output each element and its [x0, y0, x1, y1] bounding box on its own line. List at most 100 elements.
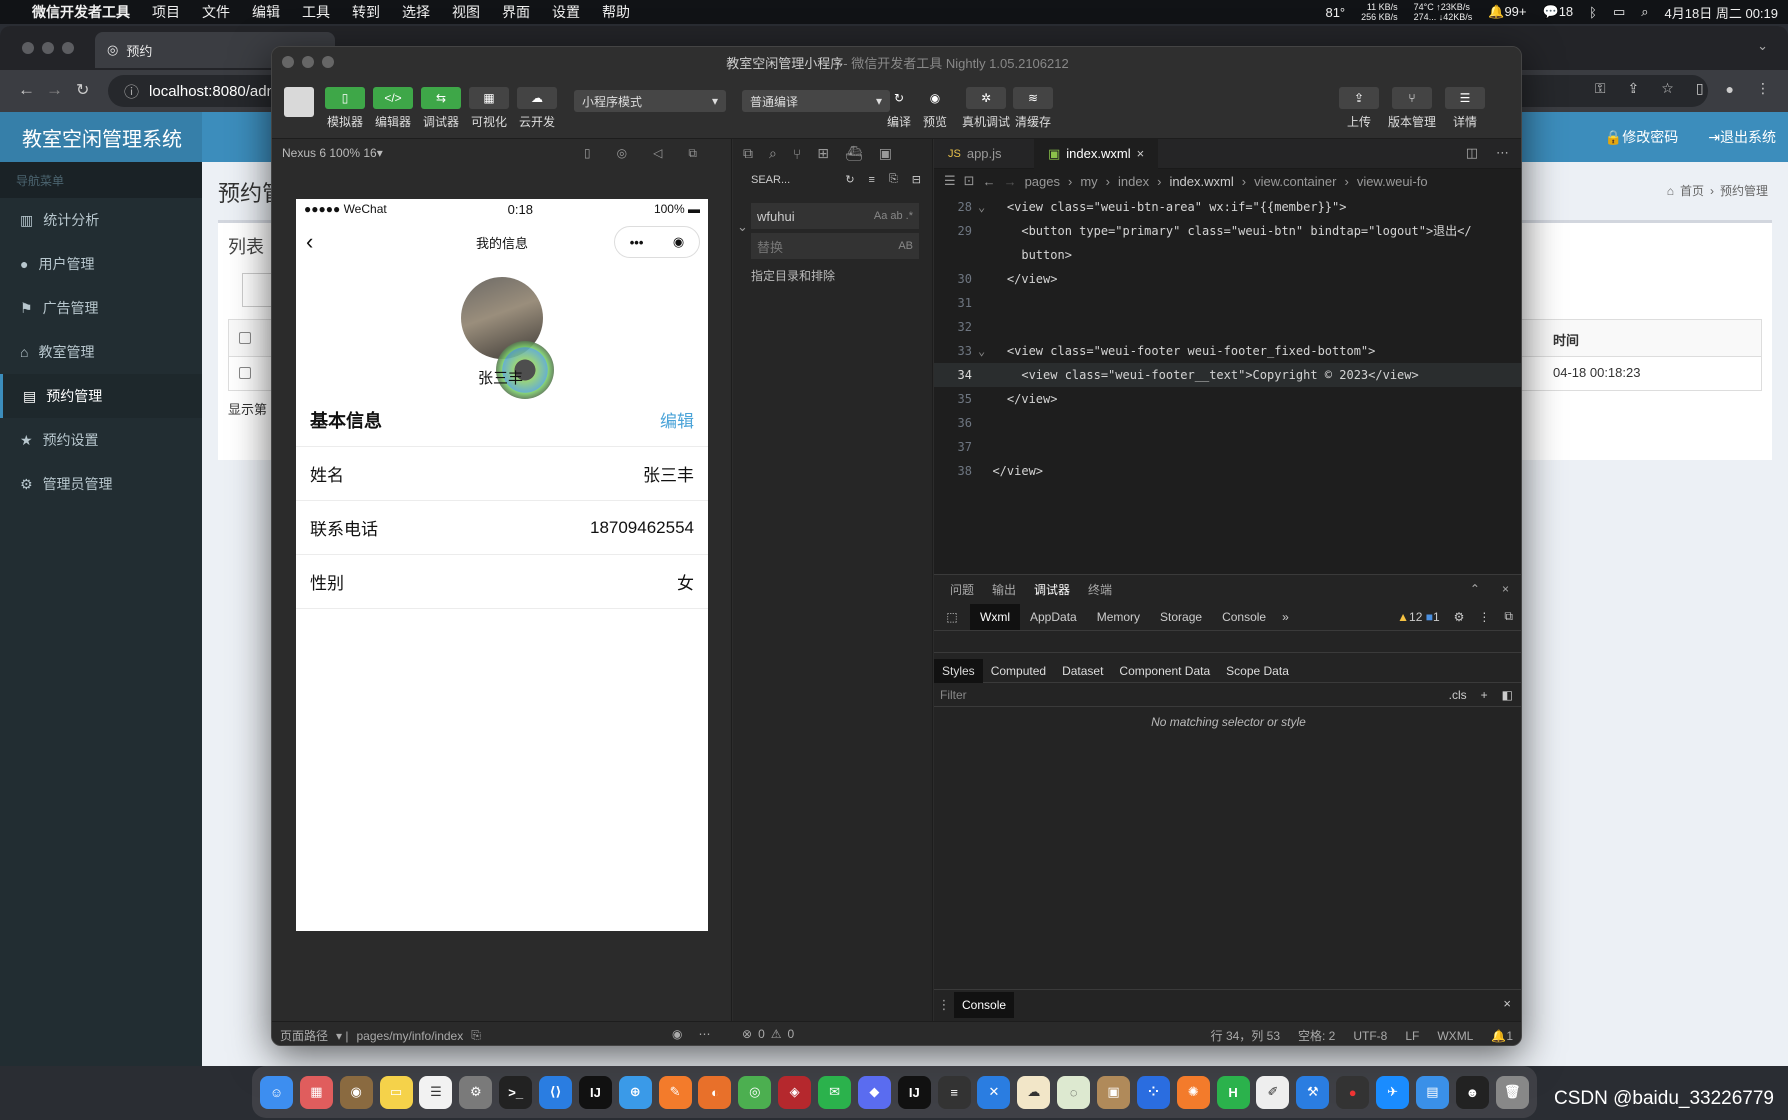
menu-interface[interactable]: 界面 [502, 2, 530, 22]
safari-icon[interactable]: ⊕ [618, 1075, 652, 1109]
chrome-icon[interactable]: ◎ [738, 1075, 772, 1109]
menu-settings[interactable]: 设置 [552, 2, 580, 22]
pen-icon[interactable]: ✎ [658, 1075, 692, 1109]
nav-item-classrooms[interactable]: ⌂ 教室管理 [0, 330, 202, 374]
encoding[interactable]: UTF-8 [1353, 1029, 1387, 1043]
mode-select[interactable]: 小程序模式 ▾ [574, 90, 726, 112]
crumb[interactable]: view.weui-fo [1357, 174, 1428, 189]
tab-console[interactable]: Console [1212, 604, 1276, 630]
filter-input[interactable]: Filter [940, 688, 967, 702]
version-button[interactable]: ⑂ 版本管理 [1384, 87, 1440, 130]
finder-icon[interactable]: ☺ [260, 1075, 293, 1109]
close-icon[interactable]: × [1503, 996, 1511, 1011]
compile-mode-select[interactable]: 普通编译 ▾ [742, 90, 890, 112]
list-item[interactable]: 性别 女 [296, 555, 708, 609]
share-icon[interactable]: ⇪ [1628, 80, 1640, 97]
tab-component-data[interactable]: Component Data [1111, 659, 1218, 683]
tab-terminal[interactable]: 终端 [1088, 581, 1112, 598]
breadcrumb-home[interactable]: 首页 [1680, 182, 1704, 199]
more-icon[interactable]: ⋮ [1478, 610, 1490, 624]
visual-button[interactable]: ▦ 可视化 [466, 87, 512, 130]
crumb[interactable]: pages [1025, 174, 1060, 189]
preview-button[interactable]: ◉ 预览 [912, 87, 958, 130]
notification-bell-icon[interactable]: 🔔1 [1491, 1029, 1513, 1043]
menubar-app-name[interactable]: 微信开发者工具 [32, 2, 130, 22]
menu-select[interactable]: 选择 [402, 2, 430, 22]
tab-app-js[interactable]: JS app.js [934, 139, 1034, 169]
minimize-dot[interactable] [42, 42, 54, 54]
files-icon[interactable]: ⧉ [743, 145, 753, 162]
tab-output[interactable]: 输出 [992, 581, 1016, 598]
copy-icon[interactable]: ⎘ [471, 1028, 481, 1043]
bookmark-icon[interactable]: ⊡ [964, 173, 975, 189]
nav-item-ads[interactable]: ⚑ 广告管理 [0, 286, 202, 330]
archive-icon[interactable]: ▣ [1097, 1075, 1131, 1109]
real-debug-button[interactable]: ✲ 真机调试 [958, 87, 1014, 130]
forward-icon[interactable]: → [1004, 174, 1017, 189]
jetbrains-icon[interactable]: IJ [897, 1075, 931, 1109]
key-icon[interactable]: ⚿ [1595, 80, 1606, 97]
more-icon[interactable]: ⋯ [698, 1027, 710, 1041]
tab-scope-data[interactable]: Scope Data [1218, 659, 1297, 683]
code-area[interactable]: 28 ⌄ <view class="weui-btn-area" wx:if="{… [934, 195, 1521, 574]
textedit-icon[interactable]: ✐ [1256, 1075, 1290, 1109]
menu-file[interactable]: 文件 [202, 2, 230, 22]
dingtalk-icon[interactable]: ✈ [1376, 1075, 1410, 1109]
sidebar-icon[interactable]: ▯ [1696, 80, 1704, 97]
wechat-icon[interactable]: 💬18 [1543, 4, 1574, 20]
list-item[interactable]: 联系电话 18709462554 [296, 501, 708, 555]
crumb[interactable]: my [1080, 174, 1097, 189]
nav-item-users[interactable]: ● 用户管理 [0, 242, 202, 286]
dots-app-icon[interactable]: ⁘ [1136, 1075, 1170, 1109]
details-button[interactable]: ☰ 详情 [1442, 87, 1488, 130]
notes-icon[interactable]: ▭ [379, 1075, 413, 1109]
bell-icon[interactable]: 🔔99+ [1488, 4, 1526, 20]
search-icon[interactable]: ⌕ [769, 145, 777, 162]
avatar[interactable] [284, 87, 314, 117]
search-input[interactable]: wfuhui Aa ab .* [751, 203, 919, 229]
system-settings-icon[interactable]: ⚙ [459, 1075, 493, 1109]
minimize-dot[interactable] [302, 56, 314, 68]
tab-dataset[interactable]: Dataset [1054, 659, 1111, 683]
contacts-icon[interactable]: ◉ [339, 1075, 373, 1109]
expand-replace-icon[interactable]: ⌄ [737, 219, 748, 235]
more-tabs-icon[interactable]: » [1276, 604, 1295, 630]
close-dot[interactable] [22, 42, 34, 54]
wechat-icon[interactable]: ✉ [818, 1075, 852, 1109]
tab-problems[interactable]: 问题 [950, 581, 974, 598]
launchpad-icon[interactable]: ▦ [299, 1075, 333, 1109]
line-ending[interactable]: LF [1405, 1029, 1419, 1043]
debugger-button[interactable]: ⇆ 调试器 [418, 87, 464, 130]
device-select[interactable]: Nexus 6 100% 16 [282, 146, 377, 160]
menu-project[interactable]: 项目 [152, 2, 180, 22]
include-exclude-toggle[interactable]: 指定目录和排除 [751, 267, 835, 284]
chevron-down-icon[interactable]: ⌄ [1757, 38, 1768, 54]
menu-icon[interactable]: ⋮ [1756, 80, 1770, 97]
change-password-link[interactable]: 🔒修改密码 [1605, 127, 1678, 147]
recorder-icon[interactable]: ● [1336, 1075, 1370, 1109]
bluetooth-icon[interactable]: ᛒ [1589, 5, 1597, 20]
docker-icon[interactable]: ⛴ [845, 145, 863, 162]
terminal-icon[interactable]: >_ [499, 1075, 533, 1109]
cursor-position[interactable]: 行 34，列 53 [1211, 1027, 1280, 1044]
add-rule-icon[interactable]: + [1481, 688, 1488, 702]
info-icon[interactable]: ⓘ [124, 81, 139, 102]
dock-icon[interactable]: ⧉ [1504, 609, 1513, 624]
inspect-icon[interactable]: ⬚ [934, 610, 970, 624]
crumb[interactable]: index.wxml [1169, 174, 1233, 189]
gear-icon[interactable]: ⚙ [1454, 610, 1465, 624]
collapse-icon[interactable]: ⊟ [912, 173, 921, 186]
more-icon[interactable]: ⋯ [1496, 145, 1509, 161]
paw-icon[interactable]: ☁ [1017, 1075, 1051, 1109]
close-icon[interactable]: × [1502, 582, 1509, 596]
intellij-icon[interactable]: IJ [578, 1075, 612, 1109]
clear-cache-button[interactable]: ≋ 清缓存 [1010, 87, 1056, 130]
preserve-case-icon[interactable]: AB [898, 240, 913, 252]
language-mode[interactable]: WXML [1437, 1029, 1473, 1043]
menu-help[interactable]: 帮助 [602, 2, 630, 22]
wechat-devtools-icon[interactable]: ◌ [1057, 1075, 1091, 1109]
page-path-label[interactable]: 页面路径 [280, 1027, 328, 1044]
back-icon[interactable]: ← [983, 174, 996, 189]
editor-button[interactable]: </> 编辑器 [370, 87, 416, 130]
tab-computed[interactable]: Computed [983, 659, 1054, 683]
